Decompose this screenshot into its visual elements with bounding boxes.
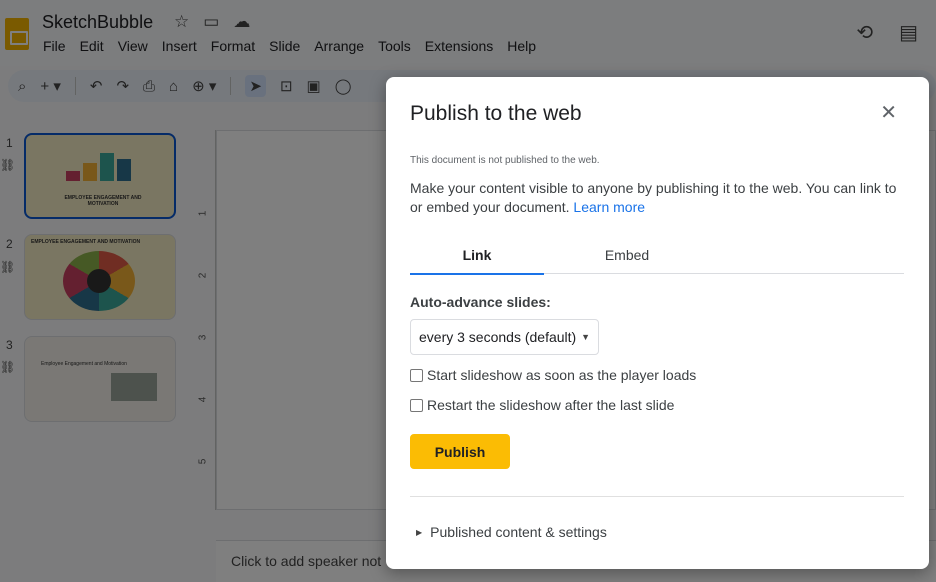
publish-tabs: Link Embed (410, 247, 904, 275)
restart-option: Restart the slideshow after the last sli… (410, 397, 674, 413)
restart-label[interactable]: Restart the slideshow after the last sli… (427, 397, 674, 413)
tab-link[interactable]: Link (410, 247, 544, 275)
auto-advance-label: Auto-advance slides: (410, 294, 551, 310)
auto-advance-dropdown[interactable]: every 3 seconds (default) ▼ (410, 319, 599, 355)
description-text: Make your content visible to anyone by p… (410, 180, 897, 215)
publish-status: This document is not published to the we… (410, 155, 600, 166)
published-settings-expander[interactable]: ▶ Published content & settings (416, 524, 607, 540)
publish-button[interactable]: Publish (410, 434, 510, 469)
dialog-description: Make your content visible to anyone by p… (410, 179, 905, 217)
expand-triangle-icon: ▶ (416, 527, 423, 537)
start-on-load-checkbox[interactable] (410, 368, 423, 382)
published-settings-label: Published content & settings (430, 524, 607, 540)
close-icon[interactable]: ✕ (880, 103, 897, 123)
learn-more-link[interactable]: Learn more (573, 199, 645, 215)
section-divider (410, 496, 904, 497)
start-on-load-option: Start slideshow as soon as the player lo… (410, 367, 696, 383)
auto-advance-value: every 3 seconds (default) (419, 329, 577, 345)
restart-checkbox[interactable] (410, 398, 423, 412)
chevron-down-icon: ▼ (581, 332, 590, 342)
tab-embed[interactable]: Embed (560, 247, 694, 274)
dialog-title: Publish to the web (410, 102, 582, 125)
start-on-load-label[interactable]: Start slideshow as soon as the player lo… (427, 367, 696, 383)
publish-to-web-dialog: Publish to the web ✕ This document is no… (386, 77, 929, 569)
